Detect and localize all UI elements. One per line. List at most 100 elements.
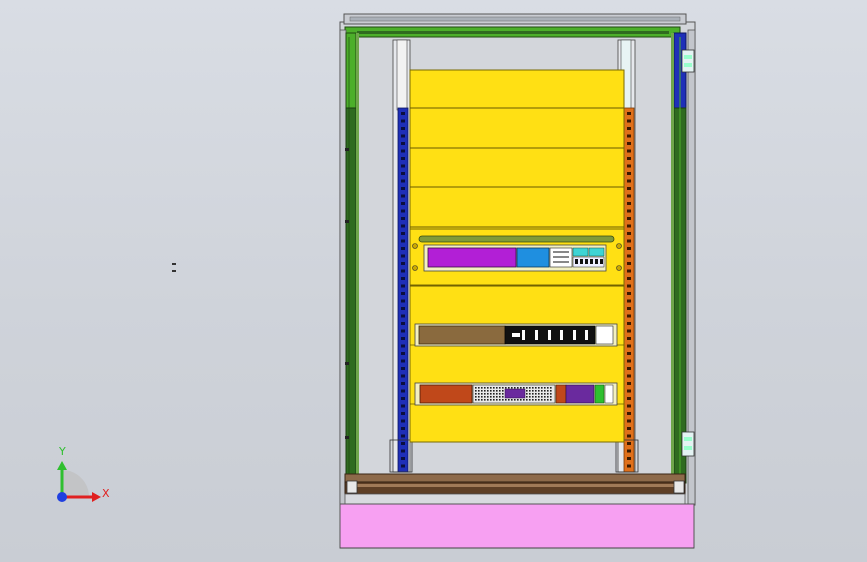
rail-hole xyxy=(627,277,631,280)
rail-hole xyxy=(627,284,631,288)
rail-hole xyxy=(627,134,631,138)
vent-hole xyxy=(475,399,477,401)
rail-hole xyxy=(401,352,405,355)
vent-hole xyxy=(529,387,531,389)
left-post-lower xyxy=(345,107,357,484)
rail-hole xyxy=(627,247,631,250)
rail-hole xyxy=(401,434,405,438)
vent-hole xyxy=(484,387,486,389)
vent-hole xyxy=(529,390,531,392)
vent-hole xyxy=(505,387,507,389)
rail-hole xyxy=(401,149,405,153)
rail-hole xyxy=(627,119,631,123)
vent-hole xyxy=(550,396,552,398)
vent-hole xyxy=(550,393,552,395)
rail-hole xyxy=(627,449,631,453)
vent-hole xyxy=(535,393,537,395)
rail-hole xyxy=(401,322,405,325)
vent-hole xyxy=(487,399,489,401)
rail-hole xyxy=(401,277,405,280)
rail-hole xyxy=(627,397,631,400)
hinge-top xyxy=(681,49,695,73)
vent-hole xyxy=(505,399,507,401)
rack-device-1[interactable] xyxy=(409,228,625,286)
rail-hole xyxy=(401,442,405,445)
vent-hole xyxy=(550,390,552,392)
rail-hole xyxy=(627,307,631,310)
rail-hole xyxy=(627,367,631,370)
vent-hole xyxy=(526,393,528,395)
vent-hole xyxy=(526,396,528,398)
vent-hole xyxy=(499,396,501,398)
rail-hole xyxy=(401,127,405,130)
vent-hole xyxy=(490,399,492,401)
vent-hole xyxy=(478,399,480,401)
coordinate-triad: Y X xyxy=(57,445,110,502)
vent-hole xyxy=(475,393,477,395)
rack-device-3[interactable] xyxy=(414,382,618,406)
vent-hole xyxy=(532,387,534,389)
vent-hole xyxy=(532,396,534,398)
rail-hole xyxy=(401,374,405,378)
vent-hole xyxy=(538,393,540,395)
rail-hole xyxy=(627,382,631,385)
rail-hole xyxy=(627,337,631,340)
vent-hole xyxy=(523,387,525,389)
rail-hole xyxy=(401,382,405,385)
vent-hole xyxy=(520,399,522,401)
rail-hole xyxy=(401,172,405,175)
vent-hole xyxy=(478,390,480,392)
rail-hole xyxy=(627,232,631,235)
vent-hole xyxy=(508,387,510,389)
vent-hole xyxy=(538,396,540,398)
y-axis-label: Y xyxy=(58,445,66,458)
vent-hole xyxy=(535,399,537,401)
vent-hole xyxy=(481,399,483,401)
vent-hole xyxy=(550,399,552,401)
vent-hole xyxy=(490,393,492,395)
rail-hole xyxy=(401,224,405,228)
vent-hole xyxy=(475,387,477,389)
vent-hole xyxy=(502,390,504,392)
rail-hole xyxy=(627,254,631,258)
rail-hole xyxy=(401,179,405,183)
vent-hole xyxy=(517,387,519,389)
vent-hole xyxy=(493,396,495,398)
vent-hole xyxy=(490,396,492,398)
rack-device-2[interactable] xyxy=(414,323,618,347)
vent-hole xyxy=(550,387,552,389)
vent-hole xyxy=(526,399,528,401)
hinge-bottom xyxy=(681,431,695,457)
rail-hole xyxy=(627,172,631,175)
vent-hole xyxy=(484,396,486,398)
rail-hole xyxy=(401,112,405,115)
vent-hole xyxy=(490,387,492,389)
rail-hole xyxy=(401,202,405,205)
rail-hole xyxy=(401,217,405,220)
vent-hole xyxy=(532,390,534,392)
vent-hole xyxy=(532,393,534,395)
rail-hole xyxy=(401,187,405,190)
rail-hole xyxy=(627,442,631,445)
vent-hole xyxy=(499,399,501,401)
rail-hole xyxy=(627,127,631,130)
vent-hole xyxy=(532,399,534,401)
rail-hole xyxy=(401,119,405,123)
vent-hole xyxy=(511,399,513,401)
rail-hole xyxy=(627,412,631,415)
vent-hole xyxy=(502,387,504,389)
vent-hole xyxy=(496,396,498,398)
rail-hole xyxy=(627,202,631,205)
rail-hole xyxy=(401,427,405,430)
rail-hole xyxy=(401,449,405,453)
rail-hole xyxy=(627,269,631,273)
x-axis-label: X xyxy=(102,487,110,500)
vent-hole xyxy=(517,399,519,401)
cad-viewport[interactable]: Y X xyxy=(0,0,867,562)
vent-hole xyxy=(493,393,495,395)
vent-hole xyxy=(544,399,546,401)
rail-hole xyxy=(627,262,631,265)
rail-hole xyxy=(401,419,405,423)
rail-hole xyxy=(627,314,631,318)
vent-hole xyxy=(541,390,543,392)
